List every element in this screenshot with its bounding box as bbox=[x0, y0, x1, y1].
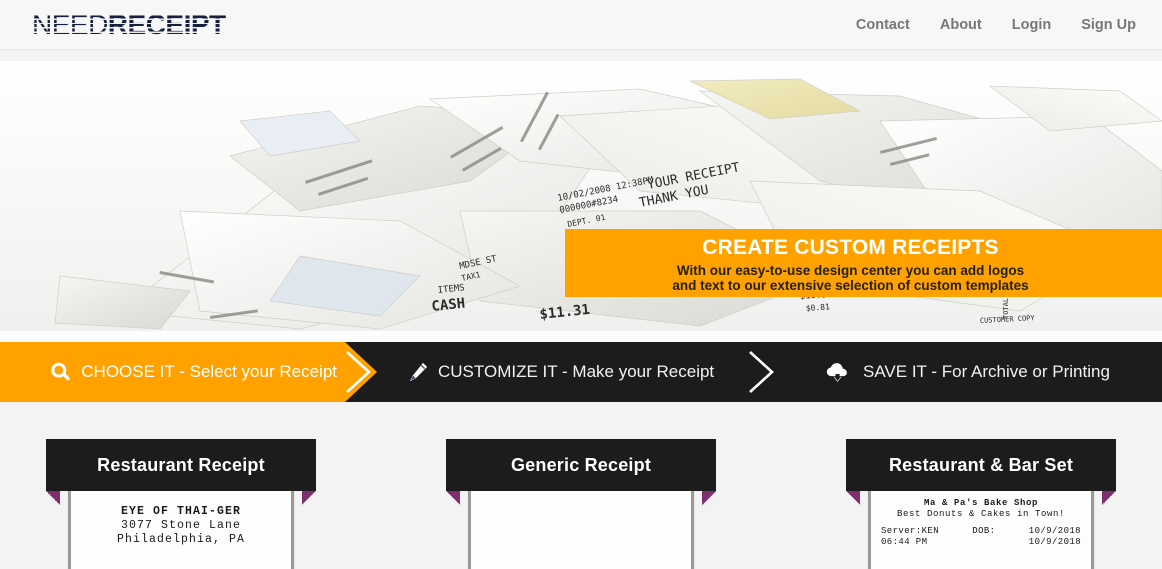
step-customize-it[interactable]: CUSTOMIZE IT - Make your Receipt bbox=[380, 342, 714, 402]
ribbon-fold-right-1 bbox=[302, 491, 316, 505]
ribbon-fold-right-3 bbox=[1102, 491, 1116, 505]
bakeshop-row-time: 06:44 PM 10/9/2018 bbox=[879, 537, 1083, 548]
process-steps-bar: CHOOSE IT - Select your Receipt CUSTOMIZ… bbox=[0, 342, 1162, 402]
step-choose-it[interactable]: CHOOSE IT - Select your Receipt bbox=[0, 342, 377, 402]
step-label-save-it: SAVE IT - For Archive or Printing bbox=[863, 362, 1110, 381]
bakeshop-tagline: Best Donuts & Cakes in Town! bbox=[896, 509, 1066, 519]
hero-receipt-text-0-81: $0.81 bbox=[806, 302, 831, 313]
template-card-restaurant-receipt[interactable]: Restaurant Receipt EYE OF THAI-GER 3077 … bbox=[46, 439, 316, 569]
bakeshop-dob-value: 10/9/2018 bbox=[1028, 526, 1081, 536]
receipt-address-line2: Philadelphia, PA bbox=[116, 533, 246, 546]
receipt-address-line1: 3077 Stone Lane bbox=[120, 519, 242, 532]
step-label-customize-it: CUSTOMIZE IT - Make your Receipt bbox=[438, 362, 715, 381]
hero-section: YOUR RECEIPT THANK YOU 10/02/2008 12:38P… bbox=[0, 61, 1162, 342]
site-header: NEEDRECEIPT Contact About Login Sign Up bbox=[0, 0, 1162, 50]
pencil-icon bbox=[407, 361, 429, 383]
hero-promo-banner: CREATE CUSTOM RECEIPTS With our easy-to-… bbox=[565, 229, 1162, 297]
template-card-generic-receipt[interactable]: Generic Receipt bbox=[446, 439, 716, 569]
nav-item-signup[interactable]: Sign Up bbox=[1081, 17, 1136, 33]
logo-text-receipt: RECEIPT bbox=[107, 8, 226, 40]
bakeshop-name: Ma & Pa's Bake Shop bbox=[923, 498, 1039, 508]
template-cards-row: Restaurant Receipt EYE OF THAI-GER 3077 … bbox=[0, 402, 1162, 569]
step-separator-chevron-1 bbox=[343, 350, 373, 394]
cloud-download-icon bbox=[825, 360, 851, 384]
hero-banner-title: CREATE CUSTOM RECEIPTS bbox=[702, 236, 999, 259]
search-icon bbox=[49, 361, 72, 384]
bakeshop-dob-label: DOB: bbox=[972, 526, 996, 536]
hero-banner-subtitle-line1: With our easy-to-use design center you c… bbox=[676, 263, 1025, 278]
main-navigation: Contact About Login Sign Up bbox=[856, 0, 1136, 50]
receipt-preview-restaurant: EYE OF THAI-GER 3077 Stone Lane Philadel… bbox=[68, 491, 294, 569]
card-title-generic-receipt: Generic Receipt bbox=[446, 439, 716, 491]
hero-receipt-text-total: TOTAL bbox=[1002, 298, 1010, 319]
bakeshop-row-server: Server:KEN DOB: 10/9/2018 bbox=[879, 526, 1083, 537]
card-title-restaurant-receipt: Restaurant Receipt bbox=[46, 439, 316, 491]
receipt-preview-bakeshop: Ma & Pa's Bake Shop Best Donuts & Cakes … bbox=[868, 491, 1094, 569]
hero-banner-subtitle-line2: and text to our extensive selection of c… bbox=[672, 278, 1029, 293]
template-card-restaurant-bar-set[interactable]: Restaurant & Bar Set Ma & Pa's Bake Shop… bbox=[846, 439, 1116, 569]
receipt-preview-generic bbox=[468, 491, 694, 569]
receipt-business-name: EYE OF THAI-GER bbox=[120, 505, 242, 518]
ribbon-fold-left-2 bbox=[446, 491, 460, 505]
site-logo[interactable]: NEEDRECEIPT bbox=[32, 8, 226, 40]
nav-item-login[interactable]: Login bbox=[1012, 17, 1051, 33]
bakeshop-time: 06:44 PM bbox=[881, 537, 928, 547]
ribbon-fold-left-1 bbox=[46, 491, 60, 505]
ribbon-fold-left-3 bbox=[846, 491, 860, 505]
logo-text-need: NEED bbox=[32, 8, 108, 40]
step-separator-chevron-2 bbox=[746, 350, 776, 394]
bakeshop-server: Server:KEN bbox=[881, 526, 940, 536]
nav-item-about[interactable]: About bbox=[940, 17, 982, 33]
ribbon-fold-right-2 bbox=[702, 491, 716, 505]
step-save-it[interactable]: SAVE IT - For Archive or Printing bbox=[805, 342, 1110, 402]
nav-item-contact[interactable]: Contact bbox=[856, 17, 910, 33]
step-label-choose-it: CHOOSE IT - Select your Receipt bbox=[81, 362, 337, 381]
card-title-restaurant-bar-set: Restaurant & Bar Set bbox=[846, 439, 1116, 491]
hero-photo-receipts: YOUR RECEIPT THANK YOU 10/02/2008 12:38P… bbox=[0, 61, 1162, 342]
header-spacer bbox=[0, 50, 1162, 61]
bakeshop-date: 10/9/2018 bbox=[1028, 537, 1081, 547]
